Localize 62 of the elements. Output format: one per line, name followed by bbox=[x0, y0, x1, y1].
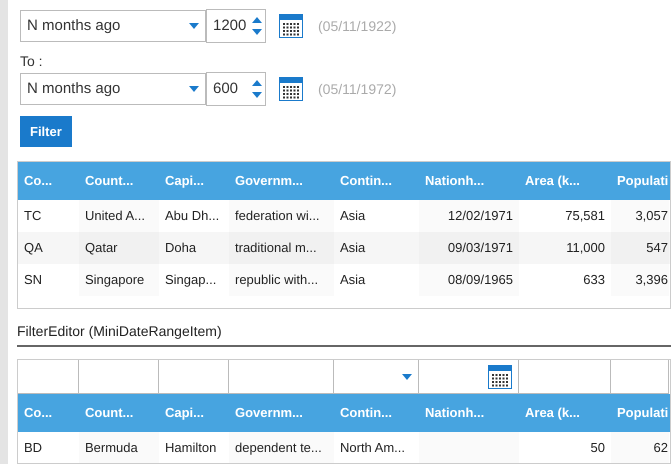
column-header[interactable]: Populati bbox=[611, 162, 669, 200]
table-cell-text: 50 bbox=[590, 439, 606, 458]
table-cell: traditional m... bbox=[229, 232, 334, 264]
table-cell: Bermuda bbox=[79, 432, 159, 463]
table-cell-text: 11,000 bbox=[565, 239, 606, 258]
table-cell-text: Abu Dh... bbox=[164, 207, 220, 226]
calendar-icon[interactable] bbox=[488, 364, 512, 388]
table-cell-text: 633 bbox=[582, 271, 606, 290]
table-cell: Singapore bbox=[79, 264, 159, 296]
table-cell-text: Doha bbox=[164, 239, 198, 258]
date-preview: (05/11/1922) bbox=[318, 16, 396, 36]
table-cell-text: Singap... bbox=[164, 271, 218, 290]
table-cell: 12/02/1971 bbox=[419, 200, 519, 232]
column-header[interactable]: Count... bbox=[79, 162, 159, 200]
column-header[interactable]: Capi... bbox=[159, 162, 229, 200]
table-cell: 3,396 bbox=[611, 264, 669, 296]
table-cell: dependent te... bbox=[229, 432, 334, 463]
column-header[interactable]: Populati bbox=[611, 394, 669, 432]
table-cell-text: North Am... bbox=[339, 439, 406, 458]
column-header[interactable]: Governm... bbox=[229, 162, 334, 200]
column-header[interactable]: Count... bbox=[79, 394, 159, 432]
column-header[interactable]: Contin... bbox=[334, 162, 419, 200]
dropdown[interactable]: N months ago bbox=[20, 10, 206, 42]
column-header[interactable]: Area (k... bbox=[519, 394, 611, 432]
column-header[interactable]: Co... bbox=[18, 162, 79, 200]
caret-icon bbox=[189, 23, 199, 29]
table-cell-text: SN bbox=[23, 271, 44, 290]
table-cell: 3,057 bbox=[611, 200, 669, 232]
column-header[interactable]: Co... bbox=[18, 394, 79, 432]
column-header[interactable]: Capi... bbox=[159, 394, 229, 432]
filter-button[interactable]: Filter bbox=[20, 116, 72, 147]
date-preview: (05/11/1972) bbox=[318, 80, 396, 99]
table-cell: 62 bbox=[611, 432, 669, 463]
table-cell-text: Hamilton bbox=[164, 439, 218, 458]
table-cell-text: QA bbox=[23, 239, 44, 258]
column-header[interactable]: Nationh... bbox=[419, 162, 519, 200]
column-header[interactable]: Area (k... bbox=[519, 162, 611, 200]
calendar-icon[interactable] bbox=[279, 77, 303, 101]
table-cell-text: Asia bbox=[339, 239, 366, 258]
table-cell: federation wi... bbox=[229, 200, 334, 232]
caret-icon bbox=[189, 86, 199, 92]
calendar-icon[interactable] bbox=[279, 14, 303, 38]
table-cell: republic with... bbox=[229, 264, 334, 296]
dropdown[interactable]: N months ago bbox=[20, 73, 206, 105]
table-cell: 08/09/1965 bbox=[419, 264, 519, 296]
column-header[interactable]: Contin... bbox=[334, 394, 419, 432]
table-cell: 547 bbox=[611, 232, 669, 264]
table-cell: 09/03/1971 bbox=[419, 232, 519, 264]
section-title: FilterEditor (MiniDateRangeItem) bbox=[17, 321, 671, 347]
number-spinner[interactable]: 1200 bbox=[206, 9, 266, 43]
table-cell-text: Asia bbox=[339, 271, 366, 290]
caret-icon bbox=[402, 374, 412, 380]
table-cell-text: Asia bbox=[339, 207, 366, 226]
number-spinner[interactable]: 600 bbox=[206, 72, 266, 106]
field-label: To : bbox=[20, 52, 44, 70]
table-cell-text: BD bbox=[23, 439, 44, 458]
table-cell: Qatar bbox=[79, 232, 159, 264]
table-cell-text: TC bbox=[23, 207, 42, 226]
column-header[interactable]: Governm... bbox=[229, 394, 334, 432]
column-header[interactable]: Nationh... bbox=[419, 394, 519, 432]
table-cell-text: 75,581 bbox=[564, 207, 606, 226]
table-cell: United A... bbox=[79, 200, 159, 232]
